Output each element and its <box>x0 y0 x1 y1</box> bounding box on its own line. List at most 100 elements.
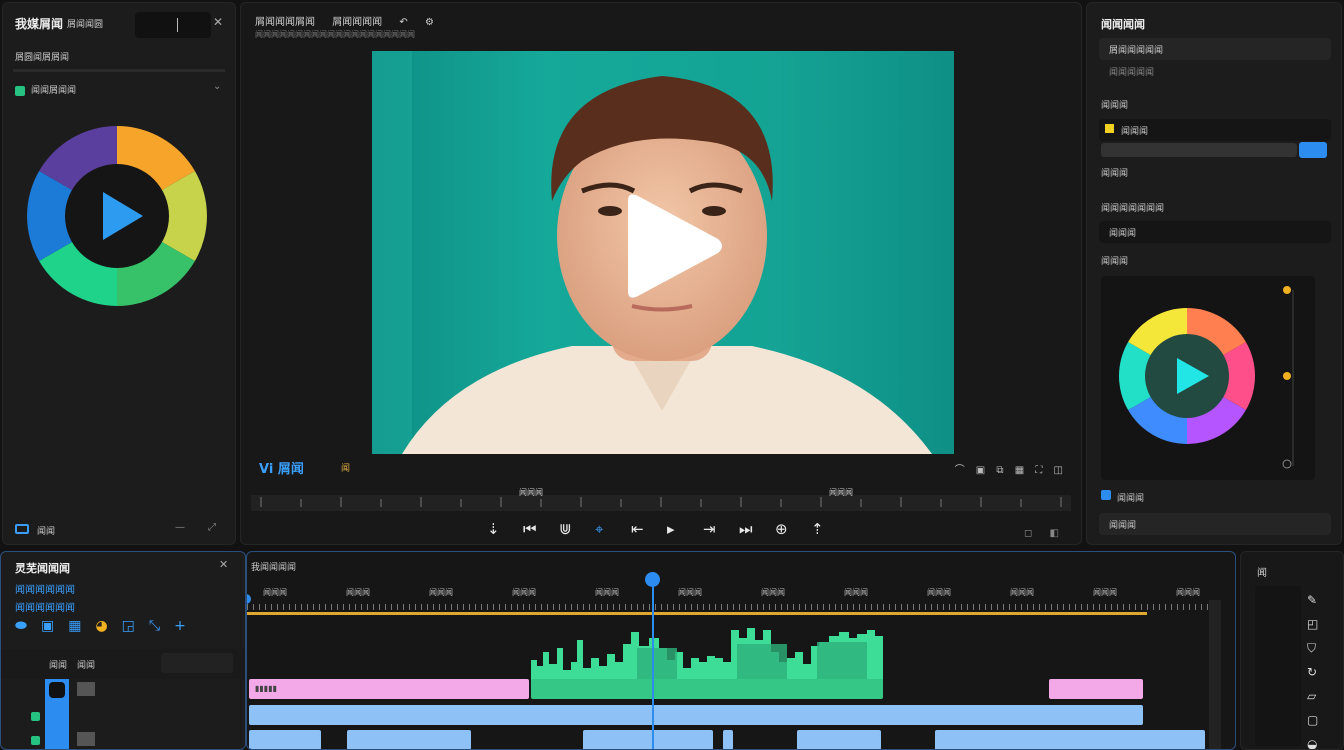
color-wheel-graphic <box>27 126 207 306</box>
play-overlay-icon[interactable] <box>618 191 728 301</box>
blue-clip[interactable] <box>723 730 733 749</box>
color-wheel-panel[interactable] <box>1101 276 1315 480</box>
expand-icon[interactable]: ⤢ <box>208 522 216 533</box>
value-input[interactable] <box>1101 143 1297 157</box>
folder-icon[interactable]: ▱ <box>1307 684 1318 708</box>
timeline-ruler[interactable]: 闻闻闻 闻闻闻 闻闻闻 闻闻闻 闻闻闻 闻闻闻 闻闻闻 闻闻闻 闻闻闻 闻闻闻 闻闻闻 闻闻闻 <box>247 582 1235 615</box>
inspector-row-5: 闻闻闻 <box>1101 169 1129 179</box>
ruler-label: 闻闻闻 <box>927 588 951 597</box>
video-clip[interactable]: ▮▮▮▮▮ <box>249 679 529 699</box>
step-back-icon[interactable]: ⏮ <box>523 520 537 538</box>
work-area-bar[interactable] <box>247 612 1147 615</box>
snap-tool-icon[interactable]: ◲ <box>122 618 149 634</box>
grid-icon[interactable]: ▦ <box>1015 465 1024 476</box>
left-panel-title: 我媒屑闻 <box>15 17 64 31</box>
mark-out-icon[interactable]: ⇡ <box>811 520 824 538</box>
viewer-label-1[interactable]: 屑闻闻闻屑闻 <box>255 17 315 28</box>
color-wheel[interactable] <box>25 124 209 312</box>
step-forward-icon[interactable]: ⏭ <box>739 520 753 538</box>
ripple-icon[interactable]: ⌖ <box>595 520 603 538</box>
blue-clip-track[interactable] <box>249 705 1143 725</box>
select-tool-icon[interactable]: ⬬ <box>15 618 41 634</box>
track-enable-toggle[interactable] <box>31 736 40 745</box>
minimize-icon[interactable]: — <box>175 522 185 533</box>
curve-icon[interactable]: ⌒ <box>955 465 965 476</box>
section-icon <box>15 85 25 96</box>
crop-icon[interactable]: ⧉ <box>996 465 1003 476</box>
square-icon[interactable]: ▢ <box>1307 708 1318 732</box>
track-filter-input[interactable] <box>161 653 233 673</box>
monitor-icon[interactable] <box>15 524 29 534</box>
blue-clip[interactable] <box>249 730 321 749</box>
safe-area-icon[interactable]: ◻ <box>1024 528 1032 539</box>
rotate-icon[interactable]: ↻ <box>1307 660 1318 684</box>
monitor-out-icon[interactable]: ◧ <box>1050 528 1059 539</box>
left-section-label: 闻闻屑闻闻 <box>31 86 77 96</box>
ruler-ticks <box>247 604 1217 610</box>
ruler-label: 闻闻闻 <box>1010 588 1034 597</box>
track-lock-toggle[interactable] <box>49 682 65 698</box>
timeline-header-label: 我闻闻闻闻 <box>251 563 297 573</box>
playhead[interactable] <box>652 572 654 749</box>
fullscreen-icon[interactable]: ⛶ <box>1035 465 1042 476</box>
blue-clip[interactable] <box>347 730 471 749</box>
inspector-row-8: 闻闻闻 <box>1101 257 1129 267</box>
inspector-row-1: 屑闻闻闻闻闻 <box>1109 46 1164 56</box>
inspector-title: 闻闻闻闻 <box>1101 18 1145 31</box>
clip-label: ▮▮▮▮▮ <box>255 684 278 693</box>
chevron-down-icon[interactable]: ⌄ <box>213 81 221 92</box>
trim-icon[interactable]: ⋓ <box>559 520 572 538</box>
timeline-left-row-1: 闻闻闻闻闻闻 <box>15 585 75 596</box>
vertical-scrollbar[interactable] <box>1209 600 1221 749</box>
wifi-icon[interactable]: ◒ <box>1307 732 1318 749</box>
color-swatch[interactable] <box>1105 124 1114 133</box>
ruler-label: 闻闻闻 <box>595 588 619 597</box>
transport-controls: ⇣ ⏮ ⋓ ⌖ ⇤ ▸ ⇥ ⏭ ⊕ ⇡ <box>481 520 861 542</box>
apply-button[interactable] <box>1299 142 1327 158</box>
ruler-label: 闻闻闻 <box>512 588 536 597</box>
close-icon[interactable]: ✕ <box>213 15 223 29</box>
inspector-row-10: 闻闻闻 <box>1109 521 1137 531</box>
tool-icons: ✎ ◰ ⛉ ↻ ▱ ▢ ◒ <box>1307 588 1318 749</box>
blue-clip[interactable] <box>935 730 1205 749</box>
left-section-header[interactable]: 闻闻屑闻闻 <box>15 83 76 96</box>
undo-icon[interactable]: ↶ <box>399 17 407 28</box>
viewer-label-2[interactable]: 屑闻闻闻闻 <box>332 17 382 28</box>
level-meter <box>1282 286 1294 469</box>
timeline[interactable]: 我闻闻闻闻 闻闻闻 闻闻闻 闻闻闻 闻闻闻 闻闻闻 闻闻闻 闻闻闻 闻闻闻 闻闻闻 闻闻闻 闻闻闻闻… <box>246 551 1236 750</box>
add-track-icon[interactable]: + <box>174 618 200 634</box>
layout-icon[interactable]: ◫ <box>1054 465 1063 476</box>
ruler-label: 闻闻闻 <box>761 588 785 597</box>
prev-frame-icon[interactable]: ⇤ <box>631 520 644 538</box>
filter-icon[interactable]: ⛉ <box>1307 636 1318 660</box>
ruler-label: 闻闻闻 <box>263 588 287 597</box>
close-icon[interactable]: ✕ <box>219 558 228 571</box>
left-panel: 我媒屑闻 屑闻闻圆 ✕ 屑圆闻屑屑闻 闻闻屑闻闻 ⌄ 闻闻 — ⤢ <box>2 2 236 545</box>
blue-clip[interactable] <box>797 730 881 749</box>
grid-tool-icon[interactable]: ▦ <box>68 618 95 634</box>
search-input[interactable] <box>135 12 211 38</box>
blue-clip[interactable] <box>583 730 713 749</box>
audio-clip[interactable] <box>531 679 883 699</box>
frame-icon[interactable]: ▣ <box>976 465 985 476</box>
marker-tool-icon[interactable]: ◕ <box>95 618 121 634</box>
frame-icon[interactable]: ◰ <box>1307 612 1318 636</box>
pen-icon[interactable]: ✎ <box>1307 588 1318 612</box>
blade-tool-icon[interactable]: ▣ <box>41 618 68 634</box>
mark-in-icon[interactable]: ⇣ <box>487 520 500 538</box>
play-icon[interactable]: ▸ <box>667 520 675 538</box>
timeline-left-row-2: 闻闻闻闻闻闻 <box>15 603 75 614</box>
insert-icon[interactable]: ⊕ <box>775 520 788 538</box>
video-clip[interactable] <box>1049 679 1143 699</box>
timecode-secondary: 闻 <box>341 464 351 474</box>
track-enable-toggle[interactable] <box>31 712 40 721</box>
video-frame[interactable] <box>372 51 954 454</box>
settings-icon[interactable]: ⚙ <box>425 17 434 28</box>
timeline-tools: ⬬▣▦◕◲⤡+ <box>15 618 200 634</box>
viewer-scrubber[interactable]: 闻闻闻 闻闻闻 <box>251 487 1071 513</box>
tool-list <box>1255 586 1301 746</box>
audio-waveform[interactable] <box>247 622 1236 682</box>
option-icon[interactable] <box>1101 490 1111 500</box>
link-tool-icon[interactable]: ⤡ <box>149 618 174 634</box>
next-frame-icon[interactable]: ⇥ <box>703 520 716 538</box>
